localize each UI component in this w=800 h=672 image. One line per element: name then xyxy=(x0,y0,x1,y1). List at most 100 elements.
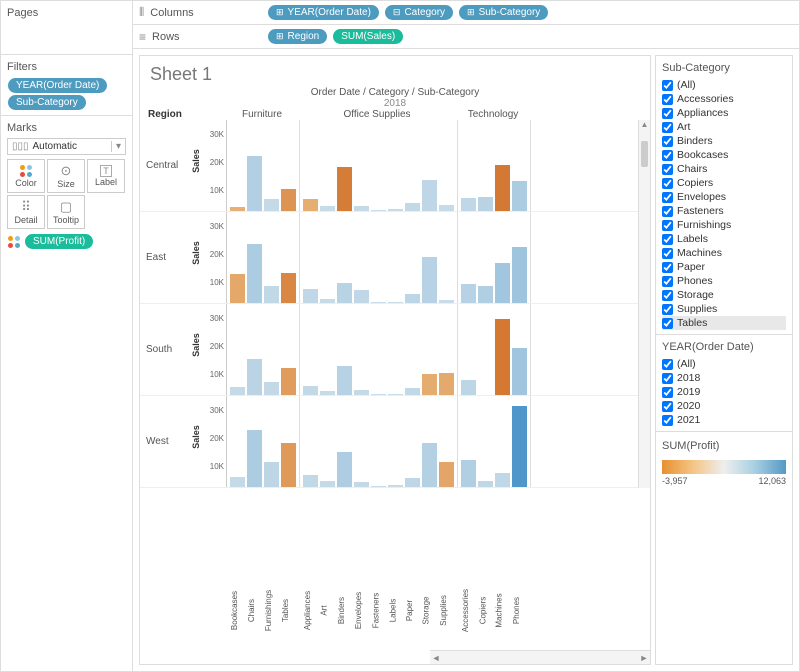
checkbox[interactable] xyxy=(662,401,673,412)
checkbox[interactable] xyxy=(662,318,673,329)
bar[interactable] xyxy=(495,263,510,303)
horizontal-scrollbar[interactable]: ◄ ► xyxy=(430,650,650,664)
subcat-filter-item[interactable]: Supplies xyxy=(662,302,786,316)
bar[interactable] xyxy=(264,286,279,303)
bar[interactable] xyxy=(461,380,476,395)
checkbox[interactable] xyxy=(662,373,673,384)
columns-pill-category[interactable]: ⊟Category xyxy=(385,5,453,20)
bar[interactable] xyxy=(337,366,352,395)
bar[interactable] xyxy=(247,359,262,395)
bar[interactable] xyxy=(264,382,279,395)
bar[interactable] xyxy=(264,199,279,211)
checkbox[interactable] xyxy=(662,387,673,398)
marks-detail[interactable]: ⠿Detail xyxy=(7,195,45,229)
bar[interactable] xyxy=(281,273,296,303)
bar[interactable] xyxy=(281,368,296,395)
bar[interactable] xyxy=(512,247,527,303)
bar[interactable] xyxy=(478,197,493,211)
bar[interactable] xyxy=(422,180,437,211)
bar[interactable] xyxy=(461,460,476,487)
columns-pill-year[interactable]: ⊞YEAR(Order Date) xyxy=(268,5,379,20)
checkbox[interactable] xyxy=(662,234,673,245)
bar[interactable] xyxy=(354,206,369,211)
subcat-filter-item[interactable]: Machines xyxy=(662,246,786,260)
checkbox[interactable] xyxy=(662,220,673,231)
rows-pill-sales[interactable]: SUM(Sales) xyxy=(333,29,403,44)
bar[interactable] xyxy=(337,452,352,487)
bar[interactable] xyxy=(405,203,420,211)
bar[interactable] xyxy=(281,189,296,211)
bar[interactable] xyxy=(320,481,335,487)
year-filter-item[interactable]: 2021 xyxy=(662,413,786,427)
checkbox[interactable] xyxy=(662,206,673,217)
bar[interactable] xyxy=(439,205,454,212)
checkbox[interactable] xyxy=(662,178,673,189)
checkbox[interactable] xyxy=(662,290,673,301)
bar[interactable] xyxy=(320,206,335,211)
checkbox[interactable] xyxy=(662,94,673,105)
bar[interactable] xyxy=(461,198,476,211)
bar[interactable] xyxy=(422,374,437,395)
rows-pill-region[interactable]: ⊞Region xyxy=(268,29,327,44)
bar[interactable] xyxy=(247,244,262,303)
subcat-filter-item[interactable]: Tables xyxy=(662,316,786,330)
filter-pill-subcategory[interactable]: Sub-Category xyxy=(8,95,86,110)
bar[interactable] xyxy=(230,274,245,303)
subcat-filter-item[interactable]: Furnishings xyxy=(662,218,786,232)
bar[interactable] xyxy=(405,478,420,487)
subcat-filter-item[interactable]: Copiers xyxy=(662,176,786,190)
bar[interactable] xyxy=(439,373,454,395)
bar[interactable] xyxy=(303,289,318,303)
rows-shelf[interactable]: ≡ Rows ⊞Region SUM(Sales) xyxy=(133,25,799,49)
bar[interactable] xyxy=(230,387,245,395)
bar[interactable] xyxy=(495,319,510,395)
subcat-filter-item[interactable]: Bookcases xyxy=(662,148,786,162)
checkbox[interactable] xyxy=(662,122,673,133)
marks-tooltip[interactable]: ▢Tooltip xyxy=(47,195,85,229)
bar[interactable] xyxy=(247,430,262,487)
bar[interactable] xyxy=(512,406,527,487)
year-filter-item[interactable]: 2019 xyxy=(662,385,786,399)
chart-viewport[interactable]: Sheet 1 Order Date / Category / Sub-Cate… xyxy=(139,55,651,665)
checkbox[interactable] xyxy=(662,108,673,119)
bar[interactable] xyxy=(405,388,420,395)
checkbox[interactable] xyxy=(662,304,673,315)
subcat-filter-item[interactable]: Envelopes xyxy=(662,190,786,204)
bar[interactable] xyxy=(512,348,527,395)
marks-profit-pill[interactable]: SUM(Profit) xyxy=(25,234,93,249)
bar[interactable] xyxy=(303,386,318,395)
bar[interactable] xyxy=(495,473,510,487)
subcat-filter-item[interactable]: Appliances xyxy=(662,106,786,120)
subcat-filter-item[interactable]: Storage xyxy=(662,288,786,302)
bar[interactable] xyxy=(405,294,420,303)
bar[interactable] xyxy=(422,257,437,303)
year-filter-item[interactable]: 2020 xyxy=(662,399,786,413)
checkbox[interactable] xyxy=(662,80,673,91)
bar[interactable] xyxy=(478,481,493,488)
bar[interactable] xyxy=(320,299,335,303)
bar[interactable] xyxy=(461,284,476,303)
filter-pill-year[interactable]: YEAR(Order Date) xyxy=(8,78,107,93)
bar[interactable] xyxy=(439,462,454,487)
year-filter-item[interactable]: (All) xyxy=(662,357,786,371)
year-filter-item[interactable]: 2018 xyxy=(662,371,786,385)
bar[interactable] xyxy=(303,475,318,487)
checkbox[interactable] xyxy=(662,262,673,273)
checkbox[interactable] xyxy=(662,150,673,161)
subcat-filter-item[interactable]: Paper xyxy=(662,260,786,274)
bar[interactable] xyxy=(439,300,454,303)
subcat-filter-item[interactable]: (All) xyxy=(662,78,786,92)
bar[interactable] xyxy=(247,156,262,211)
marks-color[interactable]: Color xyxy=(7,159,45,193)
checkbox[interactable] xyxy=(662,248,673,259)
scroll-right-icon[interactable]: ► xyxy=(638,653,650,663)
checkbox[interactable] xyxy=(662,359,673,370)
columns-pill-subcategory[interactable]: ⊞Sub-Category xyxy=(459,5,548,20)
bar[interactable] xyxy=(320,391,335,395)
bar[interactable] xyxy=(422,443,437,487)
bar[interactable] xyxy=(478,286,493,303)
bar[interactable] xyxy=(354,482,369,487)
filters-shelf[interactable]: Filters YEAR(Order Date) Sub-Category xyxy=(1,55,132,116)
subcat-filter-item[interactable]: Chairs xyxy=(662,162,786,176)
subcat-filter-item[interactable]: Art xyxy=(662,120,786,134)
